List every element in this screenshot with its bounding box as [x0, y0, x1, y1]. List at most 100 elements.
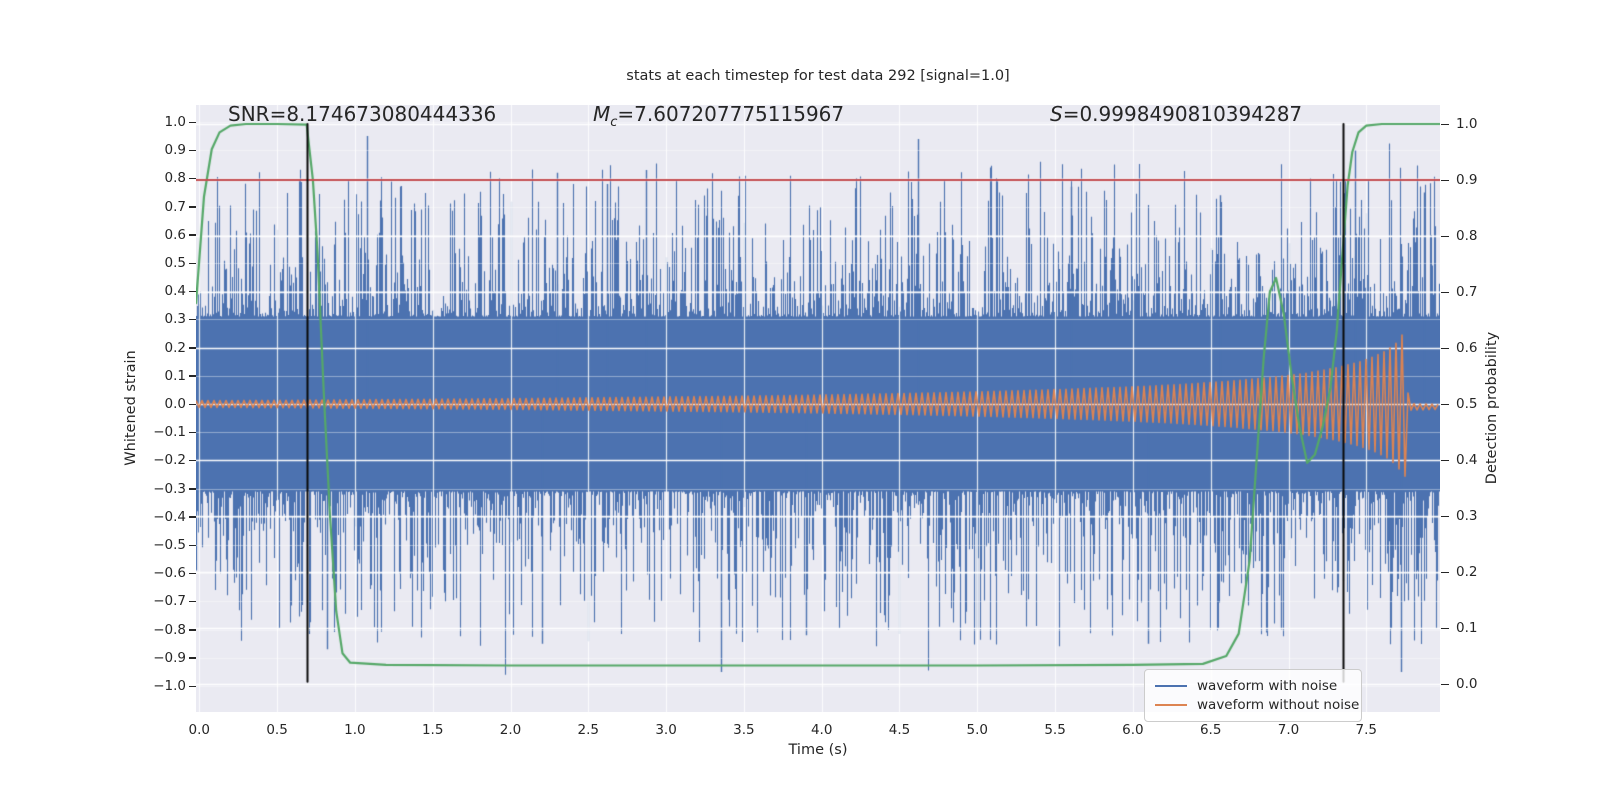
snr-label: SNR [228, 102, 270, 126]
x-tick-label: 7.0 [1277, 722, 1300, 738]
y-right-tick-mark [1441, 179, 1449, 181]
y-left-tick-mark [189, 516, 196, 518]
y-left-tick-mark [189, 318, 196, 321]
y-left-tick-label: 0.4 [164, 283, 186, 300]
y-right-tick-label: 0.1 [1456, 620, 1478, 636]
figure: stats at each timestep for test data 292… [0, 0, 1600, 800]
y-left-tick-mark [189, 347, 196, 349]
x-tick-label: 1.5 [421, 722, 444, 738]
x-tick-label: 6.0 [1122, 722, 1144, 738]
y-right-tick-label: 0.7 [1456, 284, 1478, 300]
chart-title: stats at each timestep for test data 292… [626, 68, 1010, 84]
legend: waveform with noise waveform without nois… [1144, 669, 1362, 722]
x-tick-label: 2.0 [499, 722, 522, 738]
y-right-tick-mark [1441, 683, 1449, 685]
chirp-mass-value: =7.607207775115967 [617, 102, 845, 126]
y-right-tick-label: 0.5 [1456, 396, 1478, 412]
annotation-significance: S=0.9998490810394287 [1050, 102, 1302, 126]
y-left-tick-mark [189, 685, 196, 687]
y-left-tick-mark [189, 375, 196, 377]
y-left-tick-mark [189, 572, 196, 575]
x-tick-label: 0.0 [188, 722, 211, 738]
y-left-tick-mark [189, 177, 196, 180]
y-right-tick-label: 0.2 [1456, 564, 1478, 580]
significance-symbol: S [1050, 102, 1063, 126]
y-left-tick-label: −0.8 [153, 621, 186, 638]
y-left-tick-mark [189, 459, 196, 462]
x-tick-label: 4.5 [888, 722, 911, 738]
y-left-tick-mark [189, 488, 196, 490]
y-right-tick-label: 0.4 [1456, 452, 1478, 468]
y-left-tick-label: 0.5 [164, 255, 186, 271]
x-tick-label: 3.0 [655, 722, 677, 738]
y-left-tick-label: 0.2 [164, 339, 186, 356]
y-left-tick-label: −0.5 [153, 537, 186, 553]
x-tick-label: 6.5 [1199, 722, 1222, 738]
y-left-tick-label: −0.3 [153, 480, 186, 497]
y-left-tick-label: −1.0 [153, 678, 186, 694]
x-tick-label: 7.5 [1355, 722, 1378, 738]
legend-item: waveform with noise [1155, 676, 1351, 695]
y-right-tick-label: 0.8 [1456, 228, 1478, 244]
y-left-tick-label: −0.7 [153, 593, 186, 610]
y-left-tick-mark [189, 149, 196, 152]
y-right-tick-label: 0.9 [1456, 172, 1478, 188]
y-right-tick-mark [1441, 291, 1449, 293]
y-right-tick-mark [1441, 515, 1449, 517]
y-left-tick-label: 0.7 [164, 198, 186, 215]
legend-line-sample [1155, 703, 1187, 706]
y-right-tick-label: 0.3 [1456, 508, 1478, 524]
x-tick-label: 0.5 [266, 722, 288, 738]
y-left-tick-label: 0.8 [164, 170, 186, 187]
y-left-tick-mark [189, 629, 196, 631]
y-left-tick-label: −0.4 [153, 508, 186, 525]
y-left-tick-label: −0.9 [153, 649, 186, 666]
x-tick-label: 5.5 [1044, 722, 1066, 738]
annotation-chirp-mass: Mc=7.607207775115967 [593, 102, 844, 130]
y-left-tick-mark [189, 657, 196, 659]
significance-value: =0.9998490810394287 [1062, 102, 1303, 126]
y-left-tick-mark [189, 600, 196, 603]
x-tick-label: 3.5 [733, 722, 755, 738]
x-tick-label: 1.0 [344, 722, 366, 738]
y-left-tick-label: 0.0 [164, 396, 186, 412]
y-left-tick-label: 0.9 [164, 142, 186, 159]
y-left-tick-mark [189, 403, 196, 405]
y-left-tick-label: 1.0 [164, 114, 186, 130]
y-left-tick-label: 0.6 [164, 226, 186, 243]
y-right-tick-label: 0.6 [1456, 340, 1478, 356]
chirp-mass-symbol: M [593, 102, 611, 126]
x-tick-label: 2.5 [577, 722, 600, 738]
y-right-tick-mark [1441, 235, 1449, 237]
y-right-tick-mark [1441, 123, 1449, 125]
annotation-snr: SNR=8.174673080444336 [228, 102, 496, 126]
y-right-tick-mark [1441, 403, 1449, 405]
y-left-tick-label: −0.1 [153, 424, 186, 441]
x-tick-label: 5.0 [966, 722, 989, 738]
y-right-tick-mark [1441, 571, 1449, 573]
y-left-tick-mark [189, 206, 196, 208]
y-left-tick-label: 0.1 [164, 367, 186, 384]
y-left-tick-mark [189, 262, 196, 264]
legend-item-label: waveform without noise [1197, 696, 1360, 713]
y-right-tick-mark [1441, 627, 1449, 629]
legend-line-sample [1155, 684, 1187, 687]
legend-item: waveform without noise [1155, 695, 1359, 714]
y-left-tick-mark [189, 431, 196, 434]
y-right-tick-mark [1441, 459, 1449, 461]
y-right-tick-label: 0.0 [1456, 676, 1478, 692]
y-left-tick-label: 0.3 [164, 311, 186, 328]
plot-canvas [196, 105, 1440, 712]
y-left-tick-mark [189, 544, 196, 546]
x-axis-label: Time (s) [788, 742, 848, 758]
y-left-tick-mark [189, 290, 196, 293]
x-tick-label: 4.0 [810, 722, 833, 738]
y-left-tick-mark [189, 121, 196, 123]
y-right-tick-label: 1.0 [1456, 116, 1478, 132]
legend-item-label: waveform with noise [1197, 677, 1338, 694]
y-left-tick-mark [189, 234, 196, 236]
y-left-tick-label: −0.2 [153, 452, 186, 469]
y-right-tick-mark [1441, 347, 1449, 349]
y-left-tick-label: −0.6 [153, 565, 186, 582]
snr-value: =8.174673080444336 [269, 102, 497, 126]
